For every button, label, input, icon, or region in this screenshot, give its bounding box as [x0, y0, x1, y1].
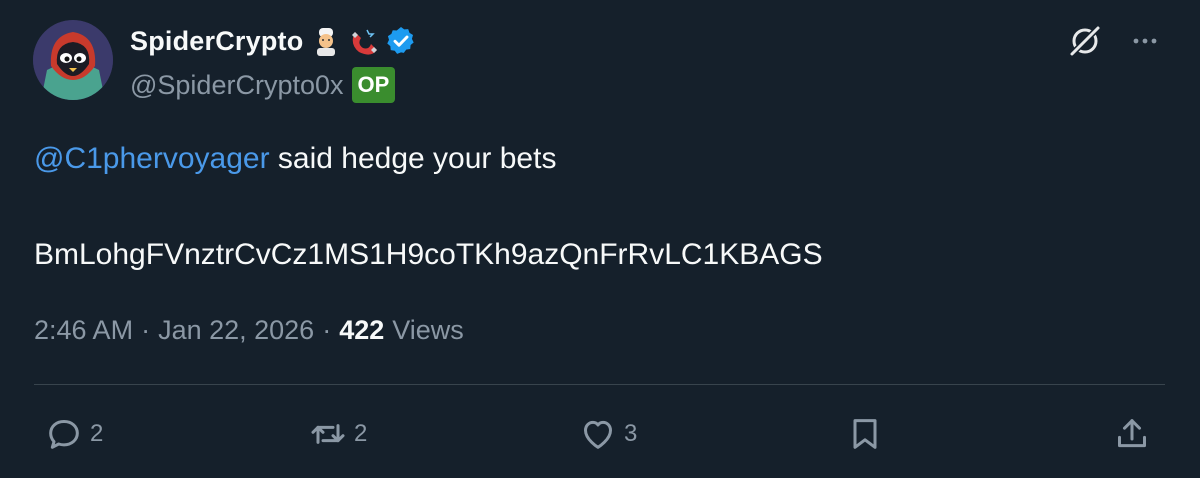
reply-count: 2 — [90, 420, 104, 447]
tweet-card: SpiderCrypto @SpiderCrypto0x OP @C1pherv… — [0, 0, 1200, 478]
like-count: 3 — [624, 420, 638, 447]
tweet-text-body: said hedge your bets — [269, 142, 557, 175]
op-badge: OP — [351, 67, 396, 103]
verified-badge-icon[interactable] — [385, 25, 417, 57]
like-icon — [584, 420, 612, 449]
share-icon — [1118, 419, 1146, 448]
bookmark-button[interactable] — [845, 414, 885, 454]
tweet-code-text: BmLohgFVnztrCvCz1MS1H9coTKh9azQnFrRvLC1K… — [34, 238, 823, 271]
tweet-text: @C1phervoyager said hedge your bets — [34, 140, 556, 178]
repost-button[interactable]: 2 — [308, 414, 367, 454]
top-actions — [1066, 22, 1158, 60]
share-button[interactable] — [1112, 414, 1152, 454]
repost-count: 2 — [354, 420, 368, 447]
tweet-meta: 2:46 AM · Jan 22, 2026 · 422 Views — [34, 315, 464, 346]
display-name[interactable]: SpiderCrypto — [130, 26, 303, 57]
reply-icon — [49, 420, 79, 449]
tweet-date[interactable]: Jan 22, 2026 — [158, 315, 314, 346]
bookmark-icon — [853, 419, 877, 449]
divider — [34, 384, 1165, 385]
grok-icon[interactable] — [1066, 22, 1104, 60]
avatar[interactable] — [33, 20, 113, 100]
reply-button[interactable]: 2 — [44, 414, 103, 454]
views-count: 422 — [339, 315, 385, 345]
tweet-time[interactable]: 2:46 AM — [34, 315, 133, 346]
author-info: SpiderCrypto @SpiderCrypto0x OP — [130, 22, 417, 105]
views-label: Views — [392, 315, 464, 345]
mention-link[interactable]: @C1phervoyager — [34, 142, 270, 175]
cook-emoji-icon — [311, 26, 341, 56]
meta-separator: · — [322, 315, 332, 345]
retweet-icon — [311, 424, 345, 444]
magnet-emoji-icon — [349, 26, 379, 56]
like-button[interactable]: 3 — [578, 414, 637, 454]
user-handle[interactable]: @SpiderCrypto0x — [130, 70, 344, 101]
more-icon[interactable] — [1132, 28, 1158, 54]
meta-separator: · — [141, 315, 151, 345]
